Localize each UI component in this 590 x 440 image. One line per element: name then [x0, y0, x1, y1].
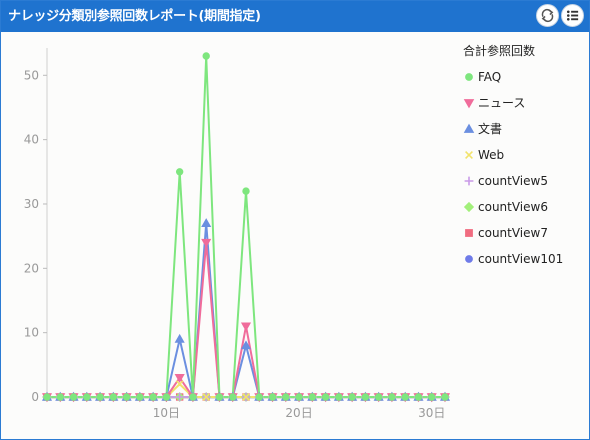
- data-point-FAQ: [401, 393, 409, 401]
- data-point-FAQ: [388, 393, 396, 401]
- y-tick-label: 50: [24, 68, 39, 82]
- legend-marker: [463, 99, 475, 109]
- legend-marker-icon: [463, 201, 475, 213]
- data-point-FAQ: [229, 393, 237, 401]
- legend-marker: [465, 151, 473, 159]
- y-tick-label: 0: [31, 390, 39, 404]
- data-point-FAQ: [321, 393, 330, 401]
- legend-label: ニュース: [478, 96, 526, 110]
- data-point-FAQ: [255, 393, 263, 401]
- legend-marker-icon: [465, 255, 473, 263]
- data-point-FAQ: [109, 393, 118, 401]
- y-tick-label: 10: [24, 326, 39, 340]
- data-point-FAQ: [83, 393, 91, 401]
- legend-marker: [463, 201, 475, 213]
- legend-label: Web: [478, 148, 505, 162]
- data-point-FAQ: [43, 393, 51, 401]
- data-point-FAQ: [361, 393, 370, 401]
- legend-marker: [465, 229, 473, 237]
- title-bar: ナレッジ分類別参照回数レポート(期間指定): [1, 1, 589, 32]
- data-point-FAQ: [56, 393, 64, 401]
- legend-marker-icon: [465, 73, 473, 81]
- legend-marker-icon: [465, 151, 473, 159]
- legend-label: countView5: [478, 174, 548, 188]
- data-point-FAQ: [441, 393, 449, 401]
- data-point-FAQ: [268, 393, 277, 401]
- legend-item-ニュース[interactable]: ニュース: [463, 93, 587, 113]
- legend-marker-icon: [463, 99, 475, 109]
- legend-marker-icon: [465, 229, 473, 237]
- data-point-ニュース: [201, 238, 212, 248]
- data-point-FAQ: [122, 393, 131, 401]
- legend-item-Web[interactable]: Web: [463, 145, 587, 165]
- legend-label: FAQ: [478, 70, 502, 84]
- x-tick-label: 30日: [418, 406, 445, 420]
- legend-item-countView6[interactable]: countView6: [463, 197, 587, 217]
- report-window: ナレッジ分類別参照回数レポート(期間指定) 0 10 20 30 40 50 10日 20日 3…: [0, 0, 590, 440]
- y-tick-label: 40: [24, 133, 39, 147]
- legend-label: countView101: [478, 252, 564, 266]
- data-point-FAQ: [136, 393, 144, 401]
- data-point-FAQ: [175, 168, 184, 176]
- legend-item-文書[interactable]: 文書: [463, 119, 587, 139]
- data-point-FAQ: [374, 393, 383, 401]
- legend: 合計参照回数 FAQ ニュース文書 Web countView5 countView6 c…: [463, 41, 587, 266]
- legend-marker-icon: [464, 176, 474, 186]
- data-point-FAQ: [428, 393, 436, 401]
- y-tick-label: 30: [24, 197, 39, 211]
- legend-item-countView101[interactable]: countView101: [463, 249, 587, 269]
- refresh-icon: [541, 8, 554, 23]
- legend-marker: [463, 123, 475, 133]
- data-point-文書: [201, 218, 212, 227]
- window-title: ナレッジ分類別参照回数レポート(期間指定): [8, 9, 261, 24]
- legend-item-countView5[interactable]: countView5: [463, 171, 587, 191]
- menu-button[interactable]: [561, 4, 584, 27]
- data-point-ニュース: [240, 322, 252, 332]
- series-line-ニュース: [47, 241, 445, 398]
- legend-item-FAQ[interactable]: FAQ: [463, 67, 587, 87]
- data-point-FAQ: [414, 393, 423, 401]
- data-point-FAQ: [202, 52, 210, 60]
- data-point-FAQ: [189, 393, 197, 401]
- data-point-FAQ: [69, 393, 78, 401]
- y-tick-label: 20: [24, 261, 39, 275]
- legend-label: 文書: [478, 122, 503, 136]
- data-point-FAQ: [96, 393, 104, 401]
- data-point-FAQ: [162, 393, 171, 401]
- series-line-文書: [47, 222, 445, 398]
- data-point-FAQ: [282, 393, 290, 401]
- data-point-FAQ: [348, 393, 356, 401]
- list-icon: [566, 10, 579, 21]
- data-point-FAQ: [149, 393, 157, 401]
- refresh-button[interactable]: [536, 4, 559, 27]
- legend-marker: [465, 255, 473, 263]
- data-point-FAQ: [308, 393, 317, 401]
- data-point-FAQ: [295, 393, 303, 401]
- legend-marker: [464, 176, 474, 186]
- legend-label: countView7: [478, 226, 548, 240]
- legend-label: countView6: [478, 200, 548, 214]
- legend-item-countView7[interactable]: countView7: [463, 223, 587, 243]
- legend-marker-icon: [463, 123, 475, 133]
- x-tick-label: 10日: [153, 406, 180, 420]
- legend-title: 合計参照回数: [463, 44, 536, 58]
- legend-marker: [465, 73, 473, 81]
- data-point-FAQ: [215, 393, 224, 401]
- data-point-FAQ: [335, 393, 343, 401]
- data-point-文書: [174, 333, 185, 343]
- data-point-FAQ: [242, 187, 250, 195]
- x-tick-label: 20日: [285, 406, 312, 420]
